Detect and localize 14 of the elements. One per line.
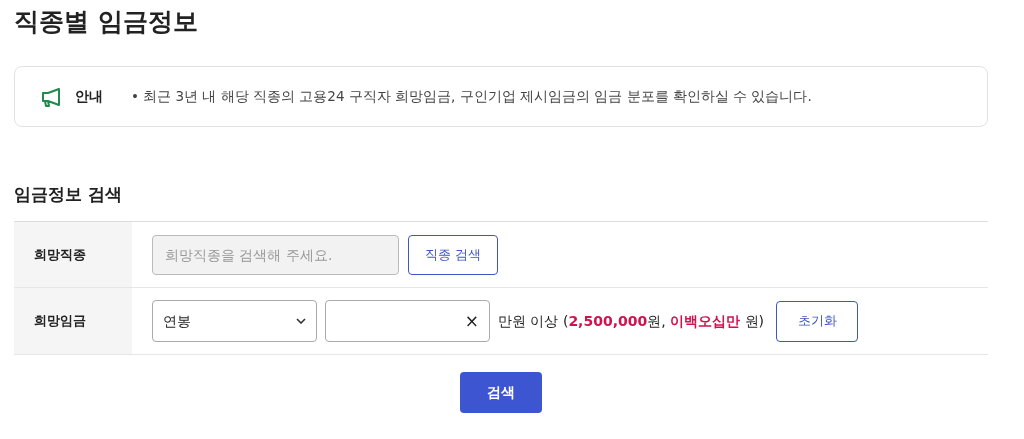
wage-hint-text: 만원 이상 (2,500,000원, 이백오십만 원) xyxy=(498,311,765,331)
salary-type-select[interactable]: 연봉 xyxy=(152,300,317,342)
section-title: 임금정보 검색 xyxy=(14,183,122,206)
notice-label: 안내 xyxy=(75,87,103,106)
megaphone-icon xyxy=(41,86,63,107)
wage-amount-field[interactable]: × xyxy=(325,300,490,342)
page-title: 직종별 임금정보 xyxy=(14,6,198,38)
chevron-down-icon xyxy=(296,318,306,324)
row-label: 희망임금 xyxy=(34,312,86,331)
clear-icon[interactable]: × xyxy=(464,312,479,330)
search-button[interactable]: 검색 xyxy=(460,372,542,413)
notice-text: • 최근 3년 내 해당 직종의 고용24 구직자 희망임금, 구인기업 제시임금의 임금 분포를 확인하실 수 있습니다. xyxy=(131,87,812,107)
row-label: 희망직종 xyxy=(34,245,86,264)
reset-button[interactable]: 초기화 xyxy=(776,300,859,342)
